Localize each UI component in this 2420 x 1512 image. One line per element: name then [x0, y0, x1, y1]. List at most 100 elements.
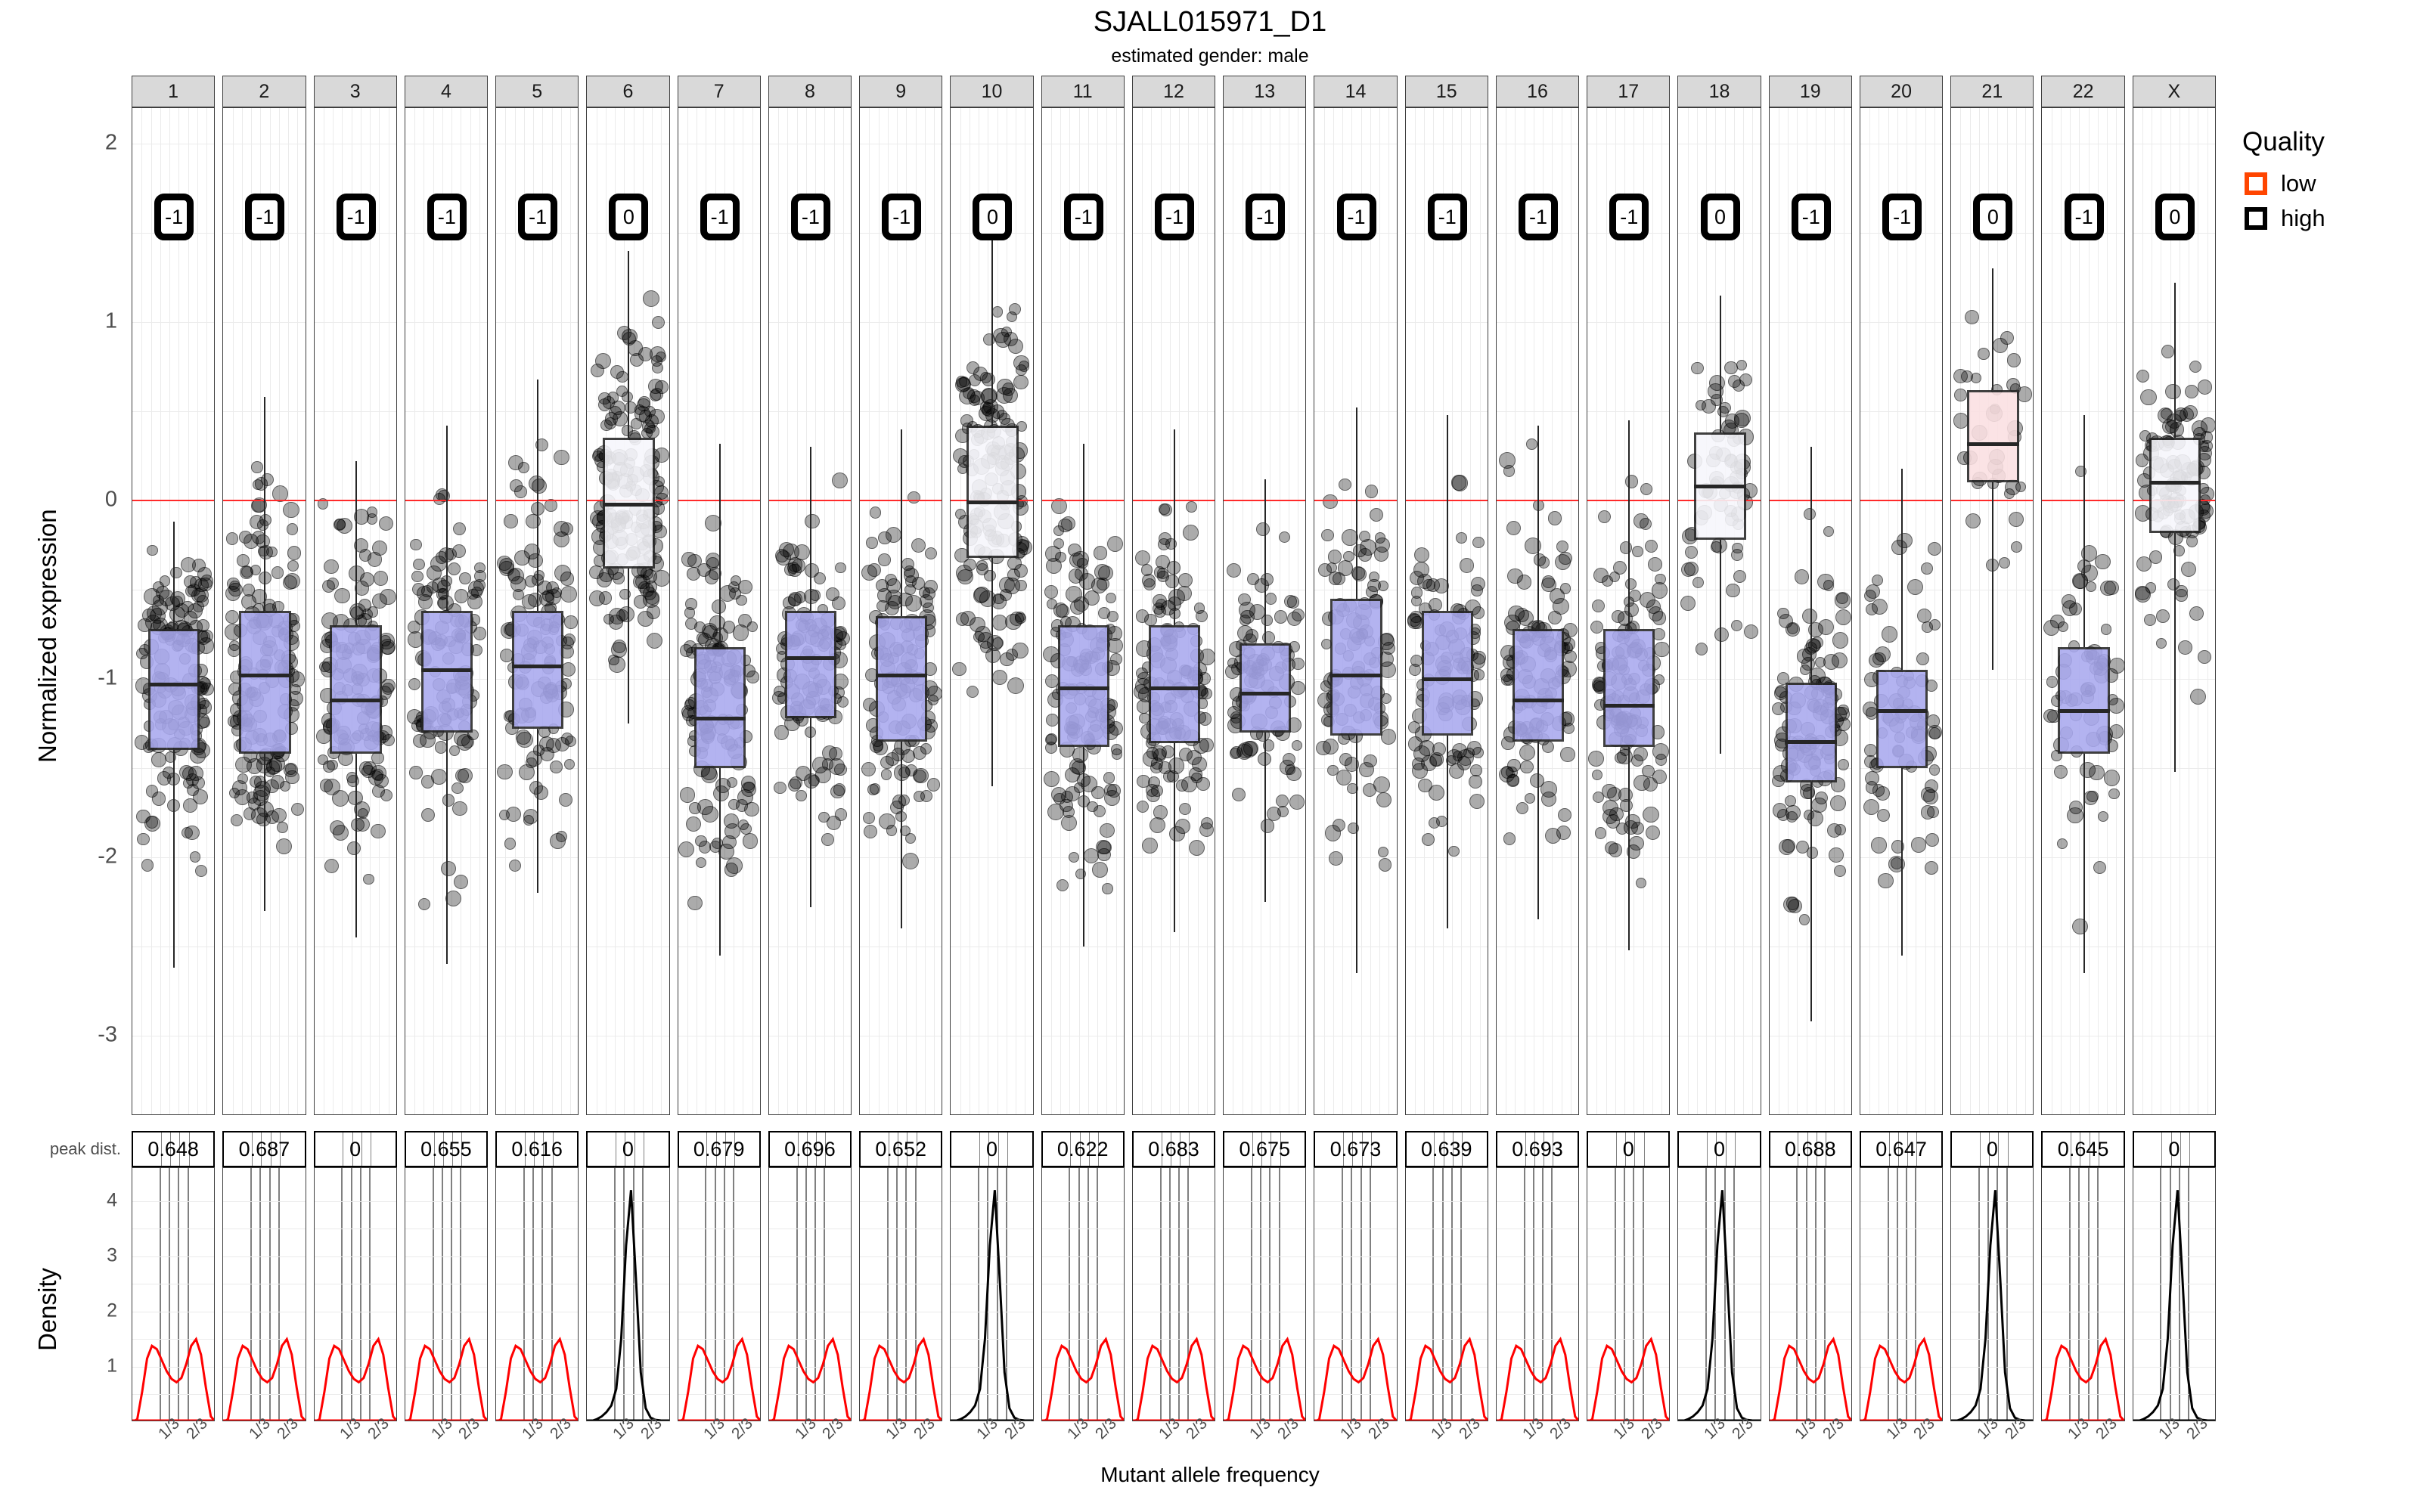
jitter-point: [2180, 562, 2196, 578]
jitter-point: [560, 585, 577, 603]
jitter-point: [1643, 777, 1658, 792]
jitter-point: [1925, 832, 1939, 847]
jitter-point: [1165, 575, 1179, 588]
jitter-point: [2071, 918, 2088, 934]
jitter-point: [1928, 727, 1941, 739]
jitter-point: [194, 864, 208, 878]
expression-panel-11: -1: [1041, 107, 1125, 1115]
jitter-point: [1044, 741, 1057, 754]
peak-dist-value-11: 0.622: [1056, 1137, 1109, 1160]
jitter-point: [2006, 353, 2021, 367]
peak-dist-box-10: 0: [950, 1131, 1034, 1167]
jitter-point: [1084, 848, 1100, 863]
jitter-point: [1926, 714, 1941, 728]
jitter-point: [1640, 483, 1653, 496]
jitter-point: [2140, 389, 2157, 405]
panel-hgrid: [860, 322, 942, 324]
panel-vgrid: [842, 108, 844, 1114]
panel-vgrid: [1969, 108, 1971, 1114]
legend-key-high: [2245, 207, 2267, 230]
jitter-point: [1141, 573, 1156, 587]
density-curve-19: [1769, 1337, 1851, 1421]
panel-hgrid: [1041, 411, 1124, 413]
panel-vgrid: [2088, 108, 2090, 1114]
jitter-point: [2103, 770, 2120, 786]
jitter-point: [509, 860, 522, 872]
density-panel-4: [404, 1167, 489, 1421]
jitter-point: [650, 355, 662, 367]
panel-vgrid: [333, 108, 334, 1114]
jitter-point: [864, 824, 878, 838]
density-curve-15: [1405, 1337, 1488, 1421]
jitter-point: [1788, 898, 1803, 913]
jitter-point: [2189, 689, 2206, 705]
jitter-point: [1093, 546, 1108, 560]
jitter-point: [1832, 652, 1848, 668]
jitter-point: [151, 752, 166, 767]
density-curve-21: [1951, 1190, 2034, 1421]
jitter-point: [1408, 736, 1423, 751]
jitter-point: [1179, 803, 1191, 816]
peak-dist-box-9: 0.652: [859, 1131, 943, 1167]
jitter-point: [1695, 643, 1708, 655]
jitter-point: [1823, 526, 1834, 538]
jitter-point: [1927, 542, 1941, 556]
jitter-point: [2178, 640, 2192, 655]
expression-panel-13: -1: [1223, 107, 1307, 1115]
jitter-point: [1794, 569, 1810, 584]
expression-panel-7: -1: [677, 107, 761, 1115]
jitter-point: [1891, 539, 1907, 556]
jitter-point: [1680, 595, 1696, 611]
expression-panel-15: -1: [1404, 107, 1488, 1115]
jitter-point: [595, 352, 612, 369]
expression-panel-3: -1: [313, 107, 397, 1115]
jitter-point: [467, 581, 484, 597]
peak-dist-gridline: [1707, 1132, 1708, 1166]
boxplot-median-21: [1967, 442, 2019, 446]
jitter-point: [1097, 847, 1111, 862]
peak-dist-value-22: 0.645: [2057, 1137, 2109, 1160]
jitter-point: [1733, 570, 1747, 584]
jitter-point: [1193, 603, 1205, 614]
jitter-point: [869, 507, 882, 519]
jitter-point: [1541, 577, 1556, 592]
jitter-point: [1137, 801, 1150, 813]
jitter-point: [1927, 806, 1940, 819]
jitter-point: [1289, 795, 1305, 810]
density-curve-X: [2133, 1190, 2215, 1421]
jitter-point: [1150, 758, 1163, 770]
panel-hgrid: [1224, 322, 1306, 324]
panel-hgrid: [496, 322, 579, 324]
boxplot-whisker-upper: [718, 443, 721, 647]
jitter-point: [1227, 562, 1241, 578]
expression-panel-14: -1: [1314, 107, 1398, 1115]
jitter-point: [1329, 851, 1343, 866]
jitter-point: [1412, 763, 1428, 779]
jitter-point: [1609, 807, 1624, 822]
jitter-point: [651, 315, 666, 330]
density-curve-9: [860, 1337, 942, 1421]
jitter-point: [830, 784, 845, 799]
jitter-point: [1878, 872, 1894, 889]
jitter-point: [379, 516, 394, 531]
panel-hgrid: [132, 322, 215, 324]
jitter-point: [230, 813, 243, 826]
jitter-point: [1069, 851, 1079, 863]
peak-dist-value-8: 0.696: [784, 1137, 836, 1160]
density-tick-label: 4: [107, 1189, 117, 1211]
jitter-point: [553, 449, 569, 466]
expression-panel-6: 0: [586, 107, 670, 1115]
jitter-point: [1429, 597, 1443, 612]
jitter-point: [1798, 914, 1810, 925]
facet-strip-label-6: 6: [586, 76, 670, 107]
jitter-point: [2056, 838, 2068, 850]
boxplot-whisker-upper: [1810, 447, 1812, 683]
jitter-point: [1264, 593, 1277, 605]
jitter-point: [804, 589, 820, 605]
jitter-point: [887, 594, 902, 609]
boxplot-box-7: [693, 646, 746, 768]
jitter-point: [189, 851, 200, 863]
density-panel-7: [677, 1167, 761, 1421]
jitter-point: [981, 372, 996, 387]
boxplot-box-12: [1148, 625, 1201, 743]
